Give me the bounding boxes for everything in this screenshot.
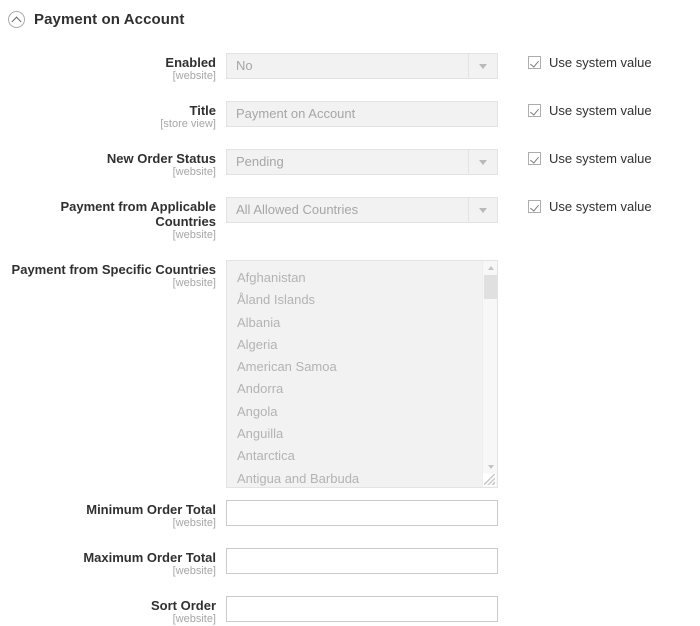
field-control-minimum-order-total xyxy=(226,500,498,526)
label-scope: [website] xyxy=(0,565,216,578)
list-item[interactable]: Antigua and Barbuda xyxy=(227,468,497,488)
list-item[interactable]: Afghanistan xyxy=(227,267,497,289)
checkbox-icon[interactable] xyxy=(528,152,541,165)
list-item[interactable]: Andorra xyxy=(227,378,497,400)
new-order-status-value: Pending xyxy=(226,149,498,175)
label-scope: [website] xyxy=(0,229,216,242)
label-text: Minimum Order Total xyxy=(0,502,216,517)
label-text: Enabled xyxy=(0,55,216,70)
form-row-title: Title [store view] Payment on Account Us… xyxy=(0,101,700,131)
enabled-select-value: No xyxy=(226,53,498,79)
section-header[interactable]: Payment on Account xyxy=(0,0,700,32)
form-row-specific-countries: Payment from Specific Countries [website… xyxy=(0,260,700,488)
use-system-value-label: Use system value xyxy=(549,199,652,214)
use-system-value-label: Use system value xyxy=(549,151,652,166)
field-label-title: Title [store view] xyxy=(0,101,226,131)
field-label-specific-countries: Payment from Specific Countries [website… xyxy=(0,260,226,290)
form-row-enabled: Enabled [website] No Use system value xyxy=(0,53,700,83)
label-text: Title xyxy=(0,103,216,118)
label-scope: [website] xyxy=(0,517,216,530)
enabled-select[interactable]: No xyxy=(226,53,498,79)
field-label-applicable-countries: Payment from Applicable Countries [websi… xyxy=(0,197,226,242)
use-system-value-label: Use system value xyxy=(549,103,652,118)
form-row-applicable-countries: Payment from Applicable Countries [websi… xyxy=(0,197,700,242)
use-system-value-new-order-status[interactable]: Use system value xyxy=(528,151,652,166)
use-system-value-enabled[interactable]: Use system value xyxy=(528,55,652,70)
form-row-minimum-order-total: Minimum Order Total [website] xyxy=(0,500,700,530)
label-scope: [website] xyxy=(0,166,216,179)
chevron-down-icon[interactable] xyxy=(468,54,497,78)
system-value-cell-specific-countries xyxy=(498,260,528,262)
field-control-new-order-status: Pending xyxy=(226,149,498,175)
applicable-countries-value: All Allowed Countries xyxy=(226,197,498,223)
label-text: Payment from Specific Countries xyxy=(0,262,216,277)
field-control-applicable-countries: All Allowed Countries xyxy=(226,197,498,223)
label-text: New Order Status xyxy=(0,151,216,166)
scrollbar-thumb[interactable] xyxy=(484,275,497,299)
page-title: Payment on Account xyxy=(34,11,184,28)
field-label-minimum-order-total: Minimum Order Total [website] xyxy=(0,500,226,530)
form-row-sort-order: Sort Order [website] xyxy=(0,596,700,626)
new-order-status-select[interactable]: Pending xyxy=(226,149,498,175)
scroll-down-arrow-icon[interactable] xyxy=(483,461,498,473)
system-value-cell-minimum-order-total xyxy=(498,500,528,502)
applicable-countries-select[interactable]: All Allowed Countries xyxy=(226,197,498,223)
specific-countries-multiselect[interactable]: Afghanistan Åland Islands Albania Algeri… xyxy=(226,260,498,488)
field-control-maximum-order-total xyxy=(226,548,498,574)
checkbox-icon[interactable] xyxy=(528,200,541,213)
form-row-new-order-status: New Order Status [website] Pending Use s… xyxy=(0,149,700,179)
label-text: Sort Order xyxy=(0,598,216,613)
payment-config-form: Enabled [website] No Use system value Ti… xyxy=(0,32,700,626)
list-item[interactable]: Angola xyxy=(227,401,497,423)
use-system-value-label: Use system value xyxy=(549,55,652,70)
list-item[interactable]: American Samoa xyxy=(227,356,497,378)
system-value-cell-applicable-countries: Use system value xyxy=(498,197,652,214)
system-value-cell-new-order-status: Use system value xyxy=(498,149,652,166)
list-item[interactable]: Albania xyxy=(227,312,497,334)
list-item[interactable]: Anguilla xyxy=(227,423,497,445)
list-item[interactable]: Algeria xyxy=(227,334,497,356)
title-input[interactable]: Payment on Account xyxy=(226,101,498,127)
scroll-up-arrow-icon[interactable] xyxy=(483,262,498,274)
label-scope: [website] xyxy=(0,70,216,83)
chevron-up-circle-icon[interactable] xyxy=(8,11,25,28)
system-value-cell-sort-order xyxy=(498,596,528,598)
multiselect-scrollbar[interactable] xyxy=(482,261,497,487)
country-option-list: Afghanistan Åland Islands Albania Algeri… xyxy=(227,261,497,488)
use-system-value-applicable-countries[interactable]: Use system value xyxy=(528,199,652,214)
field-label-maximum-order-total: Maximum Order Total [website] xyxy=(0,548,226,578)
label-scope: [website] xyxy=(0,277,216,290)
form-row-maximum-order-total: Maximum Order Total [website] xyxy=(0,548,700,578)
field-control-specific-countries: Afghanistan Åland Islands Albania Algeri… xyxy=(226,260,498,488)
field-control-title: Payment on Account xyxy=(226,101,498,127)
field-label-enabled: Enabled [website] xyxy=(0,53,226,83)
checkbox-icon[interactable] xyxy=(528,56,541,69)
checkbox-icon[interactable] xyxy=(528,104,541,117)
field-label-sort-order: Sort Order [website] xyxy=(0,596,226,626)
chevron-down-icon[interactable] xyxy=(468,150,497,174)
maximum-order-total-input[interactable] xyxy=(226,548,498,574)
system-value-cell-title: Use system value xyxy=(498,101,652,118)
system-value-cell-maximum-order-total xyxy=(498,548,528,550)
list-item[interactable]: Antarctica xyxy=(227,445,497,467)
minimum-order-total-input[interactable] xyxy=(226,500,498,526)
label-text: Payment from Applicable Countries xyxy=(0,199,216,229)
list-item[interactable]: Åland Islands xyxy=(227,289,497,311)
use-system-value-title[interactable]: Use system value xyxy=(528,103,652,118)
label-text: Maximum Order Total xyxy=(0,550,216,565)
chevron-down-icon[interactable] xyxy=(468,198,497,222)
label-scope: [store view] xyxy=(0,118,216,131)
field-control-enabled: No xyxy=(226,53,498,79)
label-scope: [website] xyxy=(0,613,216,626)
resize-handle-icon[interactable] xyxy=(483,473,496,486)
field-label-new-order-status: New Order Status [website] xyxy=(0,149,226,179)
system-value-cell-enabled: Use system value xyxy=(498,53,652,70)
